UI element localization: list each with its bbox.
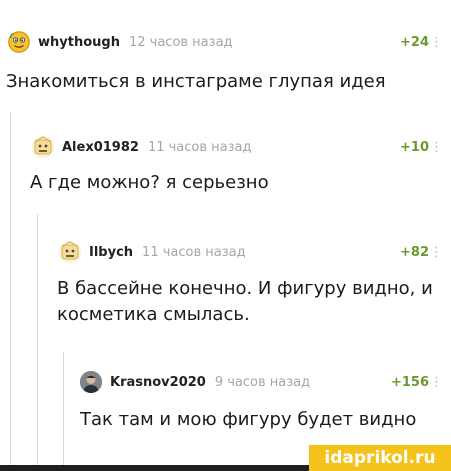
timestamp[interactable]: 11 часов назад (148, 140, 252, 155)
avatar[interactable] (32, 136, 54, 158)
default-avatar-icon (32, 136, 54, 158)
comment-header: Ilbych 11 часов назад +82 ⋮ (59, 240, 451, 264)
username[interactable]: Alex01982 (62, 140, 139, 155)
comment-header: whythough 12 часов назад +24 ⋮ (8, 30, 451, 54)
avatar[interactable] (80, 371, 102, 393)
avatar[interactable] (59, 241, 81, 263)
timestamp[interactable]: 9 часов назад (215, 375, 310, 390)
thread-line[interactable] (63, 352, 64, 471)
thread-line[interactable] (10, 112, 11, 471)
smiley-avatar-icon (8, 31, 30, 53)
username[interactable]: Ilbych (89, 245, 133, 260)
comment-text: А где можно? я серьезно (30, 172, 269, 193)
comment-text: Знакомиться в инстаграме глупая идея (6, 71, 386, 92)
more-options-icon[interactable]: ⋮ (430, 375, 443, 390)
comment-1: whythough 12 часов назад +24 ⋮ Знакомить… (0, 0, 451, 120)
comment-text: Так там и мою фигуру будет видно (80, 409, 417, 430)
rating: +10 (400, 139, 429, 155)
thread-line[interactable] (37, 214, 38, 471)
rating: +82 (400, 244, 429, 260)
rating: +24 (400, 34, 429, 50)
timestamp[interactable]: 11 часов назад (142, 245, 246, 260)
watermark: idaprikol.ru (309, 445, 451, 471)
default-avatar-icon (59, 241, 81, 263)
more-options-icon[interactable]: ⋮ (430, 140, 443, 155)
more-options-icon[interactable]: ⋮ (430, 245, 443, 260)
avatar[interactable] (8, 31, 30, 53)
username[interactable]: Krasnov2020 (110, 375, 206, 390)
comment-header: Alex01982 11 часов назад +10 ⋮ (32, 135, 451, 159)
rating: +156 (390, 374, 429, 390)
more-options-icon[interactable]: ⋮ (430, 35, 443, 50)
timestamp[interactable]: 12 часов назад (129, 35, 233, 50)
comment-text: В бассейне конечно. И фигуру видно, и ко… (57, 278, 433, 325)
username[interactable]: whythough (38, 35, 120, 50)
user-photo-avatar-icon (80, 371, 102, 393)
comment-header: Krasnov2020 9 часов назад +156 ⋮ (80, 370, 451, 394)
